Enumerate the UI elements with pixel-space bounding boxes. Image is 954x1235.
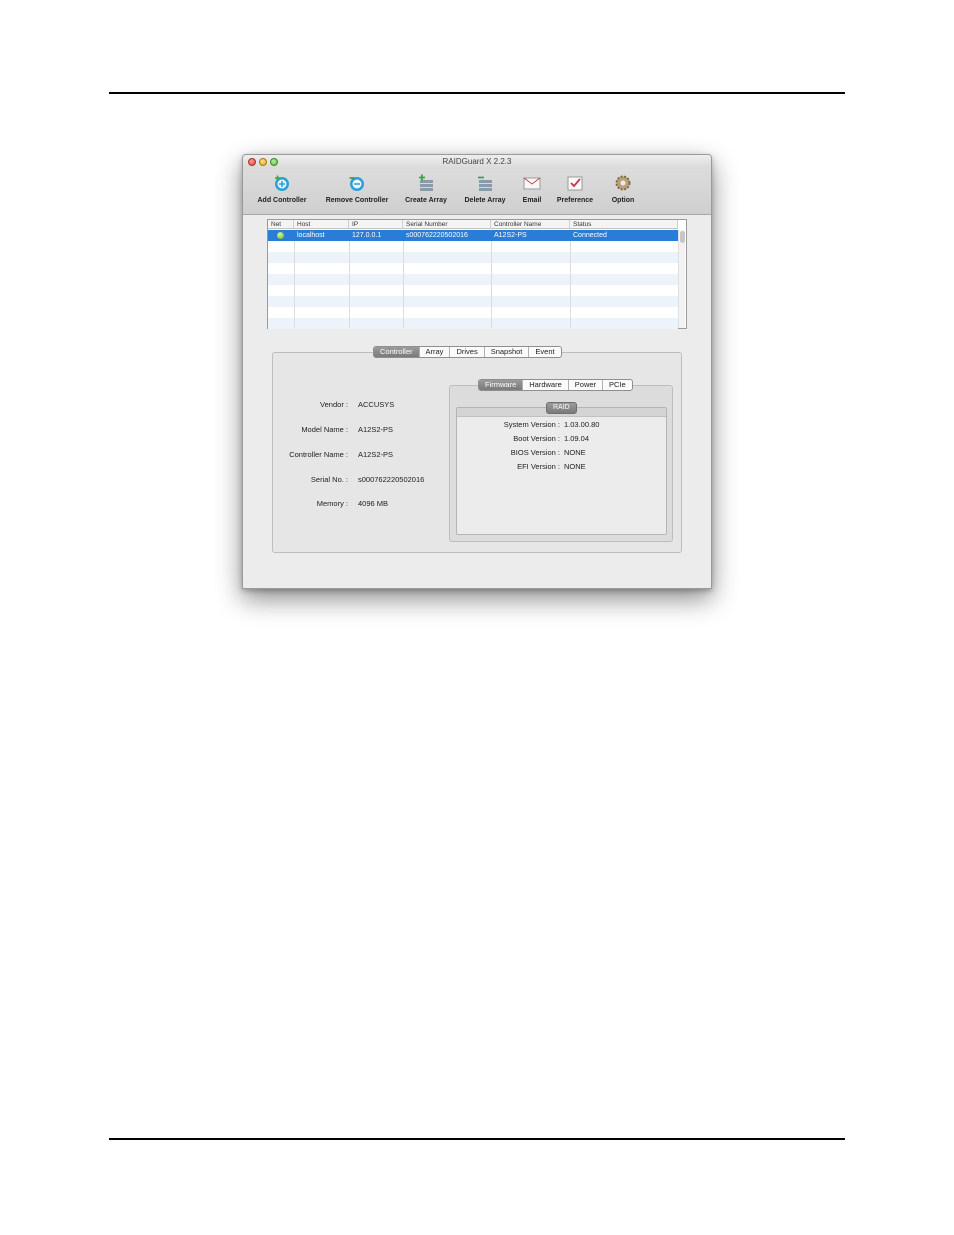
page-bottom-rule bbox=[109, 1138, 845, 1140]
add-controller-button[interactable]: Add Controller bbox=[256, 174, 308, 204]
vendor-value: ACCUSYS bbox=[358, 400, 395, 409]
email-icon bbox=[523, 177, 541, 190]
create-array-icon bbox=[419, 174, 433, 191]
tab-power[interactable]: Power bbox=[569, 380, 604, 390]
column-divider bbox=[403, 241, 404, 328]
memory-label: Memory : bbox=[316, 499, 348, 508]
option-label: Option bbox=[611, 197, 635, 204]
column-header-host[interactable]: Host bbox=[294, 220, 349, 229]
empty-table-row bbox=[268, 241, 678, 252]
empty-table-row bbox=[268, 252, 678, 263]
controller-name-value: A12S2-PS bbox=[358, 450, 394, 459]
boot-version-label: Boot Version : bbox=[513, 434, 560, 443]
empty-table-row bbox=[268, 285, 678, 296]
preference-icon bbox=[567, 176, 583, 191]
tab-snapshot[interactable]: Snapshot bbox=[485, 347, 530, 357]
empty-table-row bbox=[268, 307, 678, 318]
title-bar[interactable]: RAIDGuard X 2.2.3 bbox=[243, 155, 711, 169]
close-window-icon[interactable] bbox=[248, 158, 256, 166]
column-divider bbox=[294, 241, 295, 328]
empty-table-row bbox=[268, 296, 678, 307]
cell-ip: 127.0.0.1 bbox=[352, 232, 382, 239]
column-header-controller-name[interactable]: Controller Name bbox=[491, 220, 570, 229]
cell-host: localhost bbox=[297, 232, 325, 239]
raid-title: RAID bbox=[546, 402, 577, 414]
tab-controller[interactable]: Controller bbox=[374, 347, 420, 357]
tab-pcie[interactable]: PCIe bbox=[603, 380, 632, 390]
remove-controller-label: Remove Controller bbox=[325, 197, 389, 204]
serial-no-value: s000762220502016 bbox=[358, 475, 425, 484]
toolbar: Add Controller Remove Controller Create … bbox=[243, 169, 711, 215]
remove-controller-icon bbox=[349, 177, 364, 191]
firmware-tab-bar: Firmware Hardware Power PCIe bbox=[478, 379, 633, 391]
serial-no-label: Serial No. : bbox=[310, 475, 348, 484]
tab-array[interactable]: Array bbox=[420, 347, 451, 357]
column-divider bbox=[491, 241, 492, 328]
table-scrollbar[interactable] bbox=[678, 230, 685, 328]
gear-icon bbox=[615, 175, 631, 191]
cell-status: Connected bbox=[573, 232, 607, 239]
system-version-value: 1.03.00.80 bbox=[564, 420, 600, 429]
tab-event[interactable]: Event bbox=[529, 347, 560, 357]
bios-version-value: NONE bbox=[564, 448, 586, 457]
vendor-label: Vendor : bbox=[320, 400, 348, 409]
controller-name-label: Controller Name : bbox=[289, 450, 348, 459]
system-version-label: System Version : bbox=[503, 420, 560, 429]
model-name-value: A12S2-PS bbox=[358, 425, 394, 434]
raid-box: RAID System Version : 1.03.00.80 Boot Ve… bbox=[456, 402, 667, 535]
delete-array-icon bbox=[478, 176, 492, 191]
column-header-serial[interactable]: Serial Number bbox=[403, 220, 491, 229]
column-header-ip[interactable]: IP bbox=[349, 220, 403, 229]
delete-array-label: Delete Array bbox=[464, 197, 506, 204]
efi-version-label: EFI Version : bbox=[517, 462, 560, 471]
empty-table-row bbox=[268, 318, 678, 329]
create-array-label: Create Array bbox=[405, 197, 447, 204]
tab-firmware[interactable]: Firmware bbox=[479, 380, 524, 390]
efi-version-value: NONE bbox=[564, 462, 586, 471]
main-tab-bar: Controller Array Drives Snapshot Event bbox=[373, 346, 562, 358]
model-name-label: Model Name : bbox=[301, 425, 348, 434]
firmware-panel: RAID System Version : 1.03.00.80 Boot Ve… bbox=[449, 385, 673, 542]
option-button[interactable]: Option bbox=[607, 174, 639, 204]
window-title: RAIDGuard X 2.2.3 bbox=[442, 157, 512, 166]
minimize-window-icon[interactable] bbox=[259, 158, 267, 166]
create-array-button[interactable]: Create Array bbox=[403, 174, 449, 204]
tab-drives[interactable]: Drives bbox=[450, 347, 485, 357]
status-online-icon bbox=[277, 232, 284, 239]
add-controller-icon bbox=[275, 175, 289, 191]
preference-button[interactable]: Preference bbox=[555, 174, 595, 204]
email-label: Email bbox=[522, 197, 542, 204]
table-scrollbar-thumb[interactable] bbox=[680, 231, 685, 243]
table-row[interactable]: localhost 127.0.0.1 s000762220502016 A12… bbox=[268, 230, 678, 241]
column-header-net[interactable]: Net bbox=[268, 220, 294, 229]
page-top-rule bbox=[109, 92, 845, 94]
boot-version-value: 1.09.04 bbox=[564, 434, 590, 443]
zoom-window-icon[interactable] bbox=[270, 158, 278, 166]
empty-table-row bbox=[268, 274, 678, 285]
bios-version-label: BIOS Version : bbox=[510, 448, 560, 457]
empty-table-row bbox=[268, 263, 678, 274]
column-divider bbox=[349, 241, 350, 328]
cell-serial: s000762220502016 bbox=[406, 232, 468, 239]
tab-hardware[interactable]: Hardware bbox=[523, 380, 569, 390]
remove-controller-button[interactable]: Remove Controller bbox=[323, 174, 391, 204]
delete-array-button[interactable]: Delete Array bbox=[462, 174, 508, 204]
app-window: RAIDGuard X 2.2.3 Add Controller Remove … bbox=[242, 154, 712, 589]
cell-controller-name: A12S2-PS bbox=[494, 232, 527, 239]
controller-table: Net Host IP Serial Number Controller Nam… bbox=[267, 219, 687, 329]
add-controller-label: Add Controller bbox=[257, 197, 307, 204]
column-header-status[interactable]: Status bbox=[570, 220, 678, 229]
column-divider bbox=[570, 241, 571, 328]
preference-label: Preference bbox=[556, 197, 594, 204]
memory-value: 4096 MB bbox=[358, 499, 389, 508]
email-button[interactable]: Email bbox=[520, 174, 544, 204]
